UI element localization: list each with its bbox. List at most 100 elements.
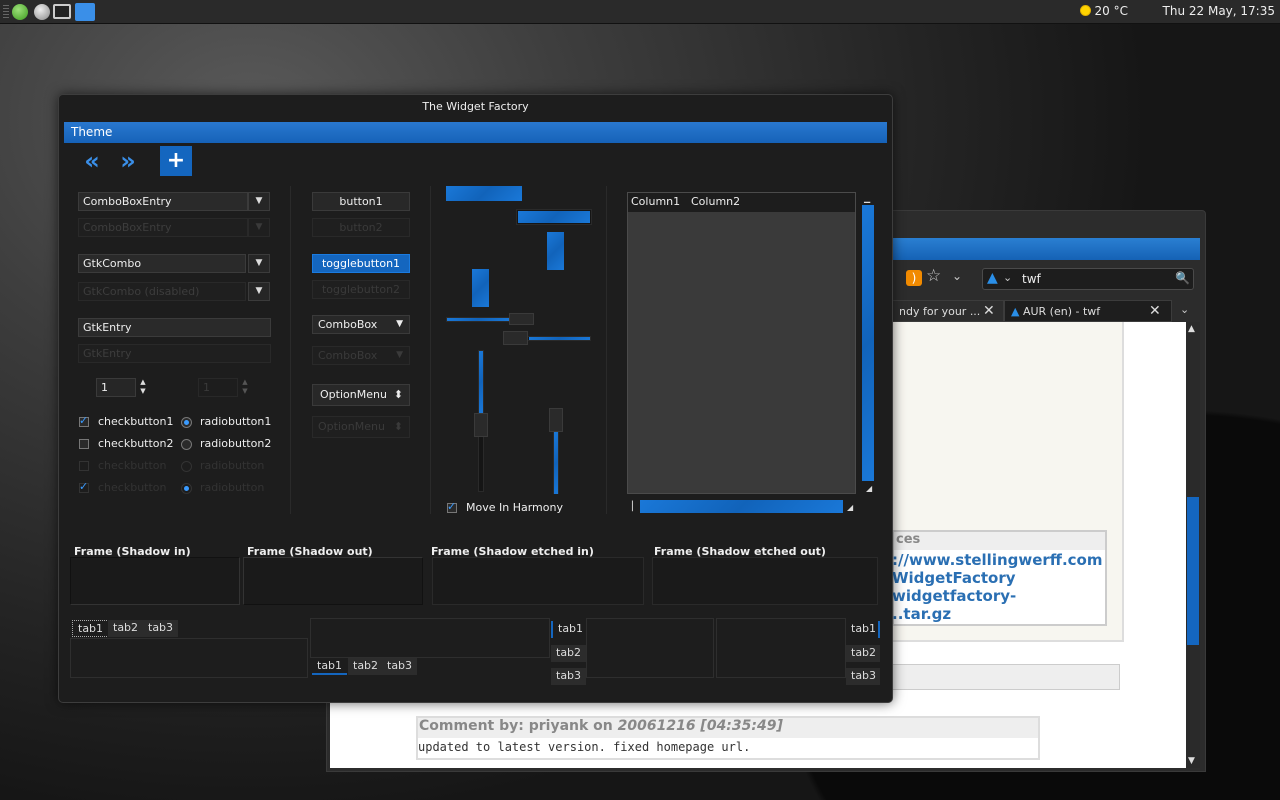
- gtkcombo-field[interactable]: GtkCombo: [78, 254, 246, 273]
- weather-indicator[interactable]: 20 °C: [1079, 4, 1128, 18]
- menu-launcher-icon[interactable]: [12, 4, 28, 20]
- chevron-down-icon[interactable]: ▼: [248, 254, 270, 273]
- chevron-down-icon[interactable]: ▼: [248, 192, 270, 211]
- scroll-left-icon[interactable]: ▏: [632, 502, 639, 512]
- browser-tab-2[interactable]: ▲ AUR (en) - twf ✕: [1004, 300, 1172, 322]
- star-icon[interactable]: ☆: [926, 266, 941, 286]
- comboboxentry-field[interactable]: ComboBoxEntry: [78, 192, 248, 211]
- column1-header[interactable]: Column1: [631, 195, 680, 208]
- gtkentry-disabled-field: GtkEntry: [78, 344, 271, 363]
- source-link-2[interactable]: WidgetFactory: [892, 569, 1016, 587]
- hscale-slider[interactable]: [509, 313, 534, 325]
- updown-icon: ⬍: [393, 388, 403, 401]
- notebook-top-tab1[interactable]: tab1: [72, 620, 110, 637]
- notebook-bottom-panel: [310, 618, 550, 658]
- hscale2-fill: [529, 337, 590, 340]
- progress-bar-v1: [547, 232, 564, 270]
- tree-vscroll-thumb[interactable]: [862, 205, 874, 481]
- rss-icon[interactable]: ): [906, 270, 922, 286]
- combobox[interactable]: ComboBox ▼: [312, 315, 410, 334]
- togglebutton1[interactable]: togglebutton1: [312, 254, 410, 273]
- radiobutton1-circle[interactable]: [181, 417, 192, 428]
- notebook-bottom-tab1[interactable]: tab1: [312, 658, 348, 675]
- tab-title: ndy for your ...: [899, 305, 981, 318]
- top-panel: 20 °C Thu 22 May, 17:35: [0, 0, 1280, 24]
- browser-tab-1[interactable]: ndy for your ... ✕: [892, 300, 1004, 322]
- radiobutton2-circle[interactable]: [181, 439, 192, 450]
- close-icon[interactable]: ✕: [1149, 303, 1161, 319]
- comment-author: Comment by: priyank on: [419, 718, 618, 734]
- arch-logo-icon[interactable]: ▲: [987, 270, 998, 286]
- browser-scroll-thumb[interactable]: [1187, 497, 1199, 645]
- checkbutton-disabled-label: checkbutton: [98, 459, 167, 472]
- notebook-left-tab3[interactable]: tab3: [551, 668, 586, 685]
- radiobutton-disabled-circle: [181, 461, 192, 472]
- button2-disabled: button2: [312, 218, 410, 237]
- vscale-slider[interactable]: [474, 413, 488, 437]
- notebook-top-tab3[interactable]: tab3: [143, 620, 179, 637]
- column-separator: [606, 186, 607, 514]
- checkbutton2-box[interactable]: [79, 439, 89, 449]
- notebook-bottom-tab2[interactable]: tab2: [348, 658, 384, 675]
- browser-launcher-icon[interactable]: [34, 4, 50, 20]
- progress-bar-v2: [472, 269, 489, 307]
- hscale2-slider[interactable]: [503, 331, 528, 345]
- tab-list-chevron-icon[interactable]: ⌄: [1180, 303, 1189, 316]
- hscale-fill: [447, 318, 509, 321]
- checkbutton1-label: checkbutton1: [98, 415, 174, 428]
- notebook-right-tab1[interactable]: tab1: [846, 621, 880, 638]
- source-link-1[interactable]: ://www.stellingwerff.com: [892, 551, 1102, 569]
- comboboxentry-disabled-field: ComboBoxEntry: [78, 218, 248, 237]
- column2-header[interactable]: Column2: [691, 195, 740, 208]
- source-link-3[interactable]: widgetfactory-: [892, 587, 1016, 605]
- comment-heading: Comment by: priyank on 20061216 [04:35:4…: [418, 718, 1038, 738]
- add-theme-icon[interactable]: +: [160, 146, 192, 176]
- search-icon[interactable]: 🔍: [1175, 271, 1190, 285]
- move-in-harmony-checkbox[interactable]: [447, 500, 457, 513]
- browser-search-input[interactable]: twf: [1022, 272, 1041, 286]
- checkbutton-disabled-checked-label: checkbutton: [98, 481, 167, 494]
- notebook-right-tab3[interactable]: tab3: [846, 668, 880, 685]
- spin-arrows-icon[interactable]: ▲ ▼: [137, 378, 149, 397]
- optionmenu-label: OptionMenu: [318, 420, 385, 433]
- checkbutton1-box[interactable]: [79, 414, 89, 427]
- comments-header-bar: [892, 664, 1120, 690]
- clock[interactable]: Thu 22 May, 17:35: [1163, 4, 1275, 18]
- notebook-right-tab2[interactable]: tab2: [846, 645, 880, 662]
- menu-theme[interactable]: Theme: [71, 125, 112, 139]
- combobox-label: ComboBox: [318, 318, 378, 331]
- spinbutton[interactable]: 1: [96, 378, 136, 397]
- notebook-left-tab2[interactable]: tab2: [551, 645, 586, 662]
- gtkentry-field[interactable]: GtkEntry: [78, 318, 271, 337]
- togglebutton2-disabled: togglebutton2: [312, 280, 410, 299]
- frame-shadow-in: [70, 557, 240, 605]
- button1[interactable]: button1: [312, 192, 410, 211]
- arch-logo-icon: ▲: [1011, 305, 1020, 318]
- close-icon[interactable]: ✕: [983, 303, 995, 319]
- radiobutton2-label: radiobutton2: [200, 437, 272, 450]
- next-theme-icon[interactable]: »: [112, 146, 144, 176]
- previous-theme-icon[interactable]: «: [76, 146, 108, 176]
- tree-hscroll-thumb[interactable]: [640, 500, 843, 513]
- source-link-4[interactable]: ..tar.gz: [892, 605, 951, 623]
- chevron-down-icon[interactable]: ⌄: [952, 269, 962, 283]
- terminal-launcher-icon[interactable]: [53, 4, 71, 19]
- spin-arrows-icon: ▲ ▼: [242, 378, 248, 395]
- search-engine-chevron-icon[interactable]: ⌄: [1003, 271, 1012, 284]
- frame-shadow-out: [243, 557, 423, 605]
- tree-view[interactable]: [627, 192, 856, 494]
- chevron-down-icon: ▼: [396, 319, 403, 329]
- optionmenu[interactable]: OptionMenu ⬍: [312, 384, 410, 406]
- notebook-top-tab2[interactable]: tab2: [108, 620, 144, 637]
- scroll-up-icon[interactable]: ▁: [864, 194, 870, 203]
- notebook-left-tab1[interactable]: tab1: [551, 621, 586, 638]
- scroll-down-icon[interactable]: ▼: [1188, 756, 1195, 766]
- vscale2-slider[interactable]: [549, 408, 563, 432]
- browser-search-field[interactable]: ▲ ⌄ 🔍: [982, 268, 1194, 290]
- scroll-up-icon[interactable]: ▲: [1188, 324, 1195, 334]
- notebook-bottom-tab3[interactable]: tab3: [382, 658, 418, 675]
- window-switcher-icon[interactable]: [75, 3, 95, 21]
- notebook-right-panel: [716, 618, 846, 678]
- combobox-disabled: ComboBox ▼: [312, 346, 410, 365]
- spinbutton-disabled: 1: [198, 378, 238, 397]
